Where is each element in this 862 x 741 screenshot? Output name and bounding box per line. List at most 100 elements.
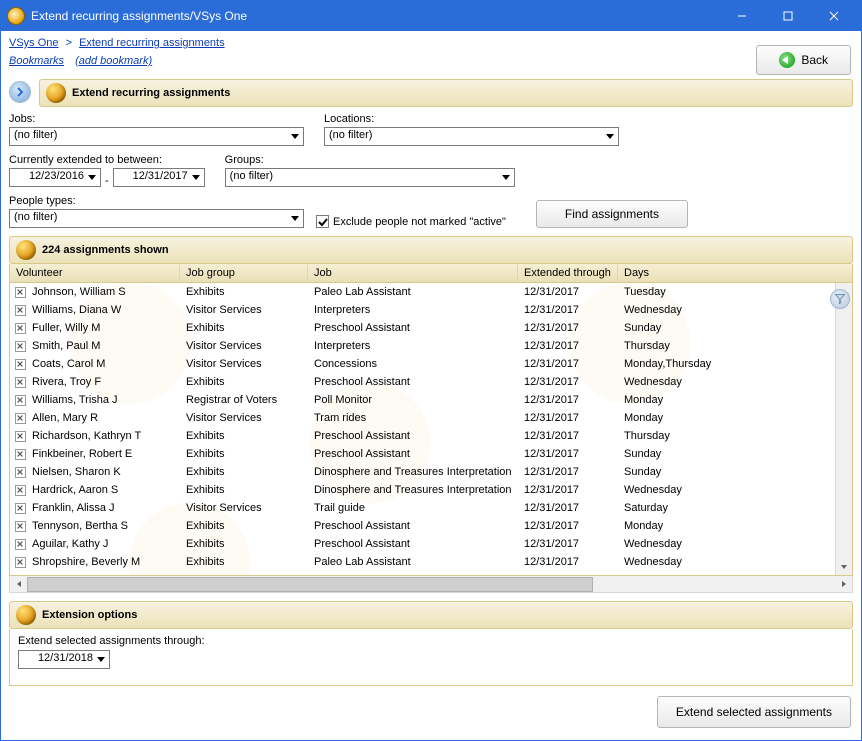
cell-job: Poll Monitor xyxy=(308,394,518,406)
cell-job: Paleo Lab Assistant xyxy=(308,556,518,568)
row-checkbox[interactable] xyxy=(10,323,26,334)
cell-extended: 12/31/2017 xyxy=(518,538,618,550)
table-row[interactable]: Franklin, Alissa J Visitor Services Trai… xyxy=(10,499,852,517)
locations-select[interactable]: (no filter) xyxy=(324,127,619,146)
cell-volunteer: Nielsen, Sharon K xyxy=(26,466,180,478)
row-checkbox[interactable] xyxy=(10,503,26,514)
breadcrumb-root[interactable]: VSys One xyxy=(9,37,59,49)
minimize-button[interactable] xyxy=(719,1,765,31)
table-row[interactable]: Nielsen, Sharon K Exhibits Dinosphere an… xyxy=(10,463,852,481)
expand-collapse-icon[interactable] xyxy=(9,81,31,103)
breadcrumb-sep: > xyxy=(62,37,76,49)
people-types-select[interactable]: (no filter) xyxy=(9,209,304,228)
date-from-input[interactable]: 12/23/2016 xyxy=(9,168,101,187)
table-row[interactable]: Williams, Diana W Visitor Services Inter… xyxy=(10,301,852,319)
cell-volunteer: Shropshire, Beverly M xyxy=(26,556,180,568)
row-checkbox[interactable] xyxy=(10,395,26,406)
cell-job: Preschool Assistant xyxy=(308,430,518,442)
col-job[interactable]: Job xyxy=(308,264,518,282)
row-checkbox[interactable] xyxy=(10,359,26,370)
scroll-right-icon[interactable] xyxy=(835,576,852,593)
hscroll-track[interactable] xyxy=(27,576,835,593)
row-checkbox[interactable] xyxy=(10,341,26,352)
table-row[interactable]: Rivera, Troy F Exhibits Preschool Assist… xyxy=(10,373,852,391)
content-area: VSys One > Extend recurring assignments … xyxy=(1,31,861,740)
row-checkbox[interactable] xyxy=(10,521,26,532)
exclude-active-checkbox[interactable] xyxy=(316,215,329,228)
col-days[interactable]: Days xyxy=(618,264,852,282)
cell-job-group: Visitor Services xyxy=(180,304,308,316)
extend-selected-button[interactable]: Extend selected assignments xyxy=(657,696,851,728)
row-checkbox[interactable] xyxy=(10,287,26,298)
table-row[interactable]: Fuller, Willy M Exhibits Preschool Assis… xyxy=(10,319,852,337)
back-button[interactable]: Back xyxy=(756,45,851,75)
hscroll-thumb[interactable] xyxy=(27,577,593,592)
row-checkbox[interactable] xyxy=(10,467,26,478)
cell-extended: 12/31/2017 xyxy=(518,322,618,334)
table-row[interactable]: Hardrick, Aaron S Exhibits Dinosphere an… xyxy=(10,481,852,499)
table-row[interactable]: Johnson, William S Exhibits Paleo Lab As… xyxy=(10,283,852,301)
cell-volunteer: Rivera, Troy F xyxy=(26,376,180,388)
groups-select[interactable]: (no filter) xyxy=(225,168,515,187)
cell-days: Thursday xyxy=(618,430,852,442)
cell-volunteer: Williams, Trisha J xyxy=(26,394,180,406)
row-checkbox[interactable] xyxy=(10,377,26,388)
row-checkbox[interactable] xyxy=(10,557,26,568)
row-checkbox[interactable] xyxy=(10,449,26,460)
col-extended[interactable]: Extended through xyxy=(518,264,618,282)
maximize-button[interactable] xyxy=(765,1,811,31)
table-row[interactable]: Aguilar, Kathy J Exhibits Preschool Assi… xyxy=(10,535,852,553)
cell-extended: 12/31/2017 xyxy=(518,286,618,298)
table-row[interactable]: Richardson, Kathryn T Exhibits Preschool… xyxy=(10,427,852,445)
table-row[interactable]: Williams, Trisha J Registrar of Voters P… xyxy=(10,391,852,409)
table-row[interactable]: Shropshire, Beverly M Exhibits Paleo Lab… xyxy=(10,553,852,571)
col-job-group[interactable]: Job group xyxy=(180,264,308,282)
row-checkbox[interactable] xyxy=(10,413,26,424)
cell-days: Monday xyxy=(618,394,852,406)
section-orb-icon xyxy=(46,83,66,103)
cell-days: Wednesday xyxy=(618,304,852,316)
bookmarks-link[interactable]: Bookmarks xyxy=(9,55,64,67)
cell-volunteer: Franklin, Alissa J xyxy=(26,502,180,514)
close-button[interactable] xyxy=(811,1,857,31)
date-to-input[interactable]: 12/31/2017 xyxy=(113,168,205,187)
window-title: Extend recurring assignments/VSys One xyxy=(31,9,719,23)
filter-icon[interactable] xyxy=(830,289,850,309)
horizontal-scrollbar[interactable] xyxy=(9,576,853,593)
table-row[interactable]: Allen, Mary R Visitor Services Tram ride… xyxy=(10,409,852,427)
cell-days: Sunday xyxy=(618,322,852,334)
date-range-label: Currently extended to between: xyxy=(9,154,205,166)
row-checkbox[interactable] xyxy=(10,431,26,442)
row-checkbox[interactable] xyxy=(10,305,26,316)
add-bookmark-link[interactable]: (add bookmark) xyxy=(75,55,152,67)
cell-extended: 12/31/2017 xyxy=(518,448,618,460)
cell-job-group: Exhibits xyxy=(180,538,308,550)
row-checkbox[interactable] xyxy=(10,539,26,550)
vertical-scrollbar[interactable] xyxy=(835,283,852,575)
cell-job-group: Registrar of Voters xyxy=(180,394,308,406)
cell-extended: 12/31/2017 xyxy=(518,520,618,532)
cell-extended: 12/31/2017 xyxy=(518,340,618,352)
col-volunteer[interactable]: Volunteer xyxy=(10,264,180,282)
cell-volunteer: Smith, Paul M xyxy=(26,340,180,352)
cell-extended: 12/31/2017 xyxy=(518,394,618,406)
cell-job: Interpreters xyxy=(308,340,518,352)
table-row[interactable]: Smith, Paul M Visitor Services Interpret… xyxy=(10,337,852,355)
row-checkbox[interactable] xyxy=(10,485,26,496)
scroll-down-icon[interactable] xyxy=(836,558,852,575)
row-checkbox[interactable] xyxy=(10,575,26,577)
extension-header: Extension options xyxy=(9,601,853,629)
scroll-left-icon[interactable] xyxy=(10,576,27,593)
find-assignments-button[interactable]: Find assignments xyxy=(536,200,688,228)
cell-days: Monday xyxy=(618,520,852,532)
extension-date-input[interactable]: 12/31/2018 xyxy=(18,650,110,669)
table-row[interactable]: Finkbeiner, Robert E Exhibits Preschool … xyxy=(10,445,852,463)
table-row[interactable]: Tennyson, Bertha S Exhibits Preschool As… xyxy=(10,517,852,535)
exclude-active-label: Exclude people not marked "active" xyxy=(333,216,506,228)
breadcrumb-current[interactable]: Extend recurring assignments xyxy=(79,37,225,49)
date-sep: - xyxy=(105,175,109,187)
grid-body[interactable]: Johnson, William S Exhibits Paleo Lab As… xyxy=(9,283,853,576)
jobs-select[interactable]: (no filter) xyxy=(9,127,304,146)
table-row[interactable]: Coats, Carol M Visitor Services Concessi… xyxy=(10,355,852,373)
cell-days: Saturday xyxy=(618,502,852,514)
